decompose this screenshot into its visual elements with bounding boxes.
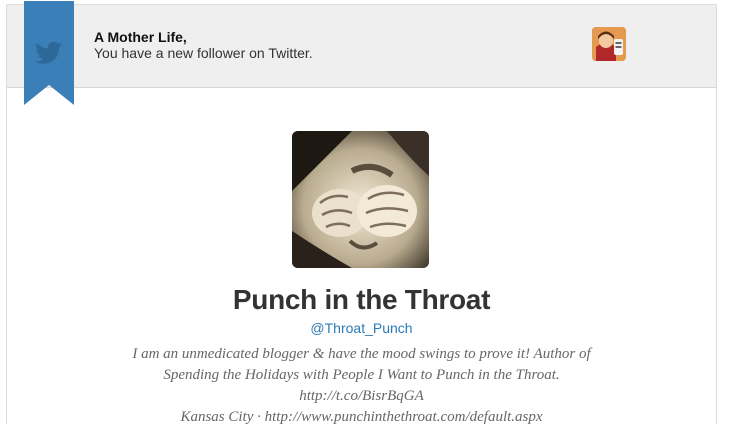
- bio-location-line: Kansas City · http://www.punchinthethroa…: [180, 409, 543, 425]
- notification-message: You have a new follower on Twitter.: [94, 45, 313, 61]
- profile-bio: I am an unmedicated blogger & have the m…: [77, 344, 646, 428]
- notification-text: A Mother Life, You have a new follower o…: [94, 29, 313, 61]
- follower-avatar-thumbnail[interactable]: [592, 27, 626, 61]
- bio-line: Spending the Holidays with People I Want…: [163, 367, 560, 383]
- bio-link[interactable]: http://t.co/BisrBqGA: [77, 386, 646, 407]
- twitter-ribbon: [24, 1, 74, 105]
- profile-name: Punch in the Throat: [232, 284, 491, 315]
- profile-handle-link[interactable]: @Throat_Punch: [7, 320, 716, 336]
- notification-bar: A Mother Life, You have a new follower o…: [7, 5, 716, 88]
- email-card: A Mother Life, You have a new follower o…: [6, 1, 717, 425]
- bio-line: I am an unmedicated blogger & have the m…: [132, 346, 591, 362]
- recipient-name: A Mother Life,: [94, 29, 187, 45]
- profile-avatar[interactable]: [292, 131, 429, 268]
